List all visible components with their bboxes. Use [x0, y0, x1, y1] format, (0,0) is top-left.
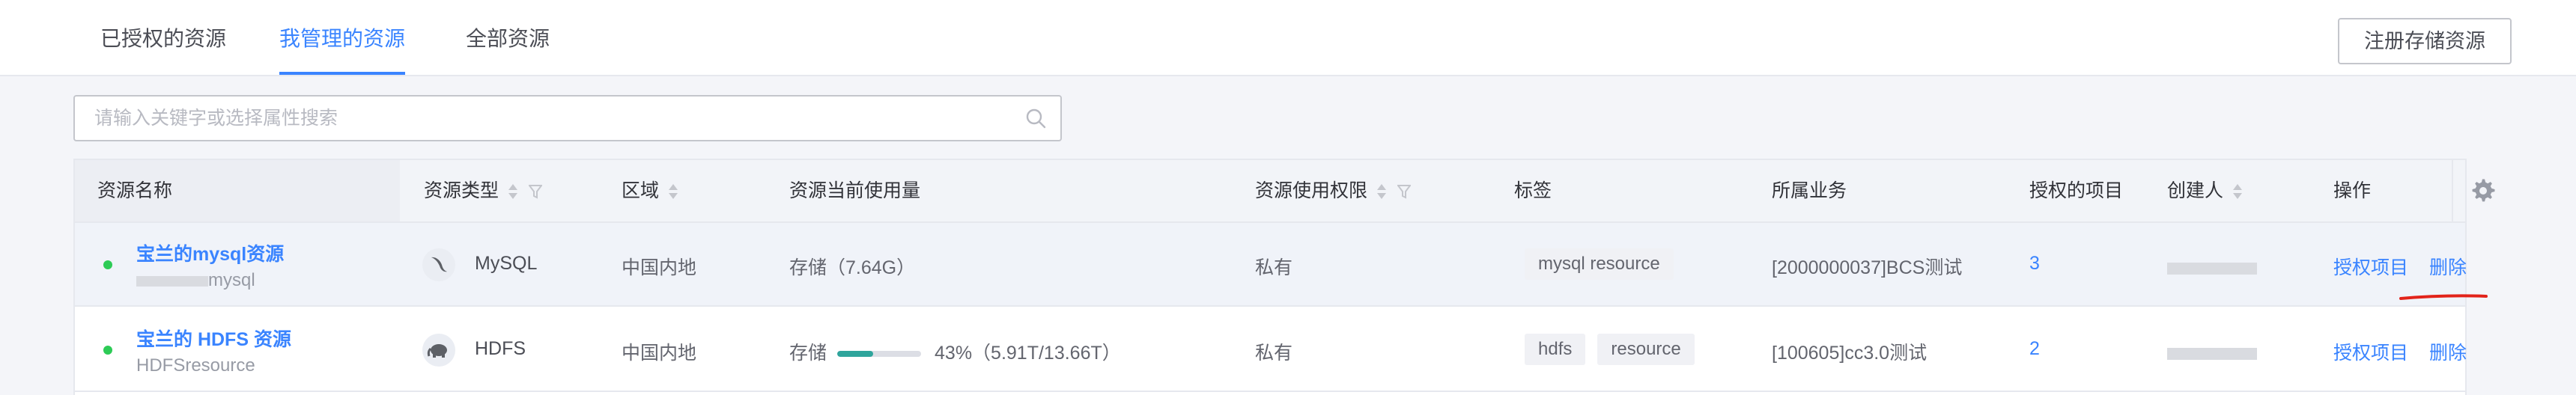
- header-tags: 标签: [1514, 180, 1552, 201]
- gear-icon[interactable]: [2471, 179, 2495, 203]
- resource-tags: mysql resource: [1525, 248, 1686, 280]
- table-row: 宝兰的mysql资源 mysql MySQL 中国内地 存储（7.64G） 私有…: [75, 223, 2488, 307]
- header-actions: 操作: [2333, 180, 2372, 201]
- resource-id: mysql: [136, 270, 255, 291]
- tab-all-resources[interactable]: 全部资源: [466, 0, 550, 75]
- status-dot-icon: [103, 346, 112, 355]
- red-underline-annotation: [2399, 294, 2488, 300]
- delete-button[interactable]: 删除: [2429, 338, 2467, 365]
- resource-region: 中国内地: [622, 343, 697, 364]
- usage-progress-bar: [837, 351, 922, 358]
- status-dot-icon: [103, 260, 112, 269]
- sort-icon[interactable]: [508, 183, 518, 200]
- header-region: 区域: [622, 160, 678, 221]
- hdfs-elephant-icon: [422, 334, 455, 367]
- search-icon[interactable]: [1024, 107, 1047, 129]
- resource-name-link[interactable]: 宝兰的mysql资源: [136, 239, 284, 266]
- resource-type: MySQL: [475, 253, 538, 274]
- sort-icon[interactable]: [1376, 183, 1387, 200]
- resource-table: 资源名称 资源类型 区域 资源当前使用量 资源使用权限 标签 所属业务 授权的项…: [73, 159, 2495, 395]
- resource-name-link[interactable]: 宝兰的 HDFS 资源: [136, 325, 291, 352]
- authorized-projects-count[interactable]: 3: [2029, 253, 2040, 275]
- mysql-dolphin-icon: [422, 248, 455, 281]
- creator-name: [2167, 343, 2257, 364]
- search-box: [73, 95, 1062, 141]
- authorized-projects-count[interactable]: 2: [2029, 338, 2040, 360]
- resource-id: HDFSresource: [136, 355, 255, 376]
- resource-usage: 存储 43%（5.91T/13.66T）: [789, 338, 1121, 365]
- header-region-label: 区域: [622, 180, 660, 201]
- resource-type: HDFS: [475, 338, 526, 359]
- header-resource-type: 资源类型: [424, 160, 543, 221]
- register-storage-button[interactable]: 注册存储资源: [2338, 18, 2512, 64]
- sort-icon[interactable]: [668, 183, 678, 200]
- resource-tag: hdfs: [1525, 334, 1586, 365]
- resource-permission: 私有: [1255, 257, 1293, 278]
- header-permission: 资源使用权限: [1255, 160, 1412, 221]
- header-business: 所属业务: [1772, 180, 1847, 201]
- resource-id-suffix: mysql: [208, 270, 255, 290]
- tab-authorized-resources[interactable]: 已授权的资源: [100, 0, 226, 75]
- header-creator: 创建人: [2167, 160, 2243, 221]
- resource-tags: hdfs resource: [1525, 334, 1707, 365]
- table-row: 宝兰的 HDFS 资源 HDFSresource HDFS 中国内地 存储 43%…: [75, 308, 2467, 392]
- usage-value: 43%（5.91T/13.66T）: [935, 343, 1121, 364]
- top-bar: 已授权的资源 我管理的资源 全部资源 注册存储资源: [0, 0, 2576, 76]
- header-permission-label: 资源使用权限: [1255, 180, 1368, 201]
- resource-business: [100605]cc3.0测试: [1772, 343, 1928, 364]
- resource-tag: mysql resource: [1525, 248, 1674, 280]
- header-usage: 资源当前使用量: [789, 180, 921, 201]
- search-input[interactable]: [75, 97, 1011, 140]
- authorize-project-button[interactable]: 授权项目: [2333, 253, 2408, 280]
- header-resource-name: 资源名称: [97, 180, 173, 201]
- creator-name: [2167, 257, 2257, 279]
- delete-button[interactable]: 删除: [2429, 253, 2467, 280]
- header-creator-label: 创建人: [2167, 180, 2224, 201]
- resource-business: [2000000037]BCS测试: [1772, 257, 1963, 278]
- usage-label: 存储: [789, 343, 827, 364]
- redacted-creator-icon: [2167, 263, 2257, 275]
- resource-usage: 存储（7.64G）: [789, 257, 916, 278]
- header-authorized-projects: 授权的项目: [2029, 180, 2124, 201]
- tab-managed-resources[interactable]: 我管理的资源: [279, 0, 406, 75]
- authorize-project-button[interactable]: 授权项目: [2333, 338, 2408, 365]
- resource-region: 中国内地: [622, 257, 697, 278]
- header-resource-type-label: 资源类型: [424, 180, 499, 201]
- resource-permission: 私有: [1255, 343, 1293, 364]
- redacted-creator-icon: [2167, 348, 2257, 361]
- filter-icon[interactable]: [1397, 184, 1412, 200]
- sort-icon[interactable]: [2232, 183, 2243, 200]
- table-header: 资源名称 资源类型 区域 资源当前使用量 资源使用权限 标签 所属业务 授权的项…: [75, 160, 2495, 223]
- filter-icon[interactable]: [529, 184, 543, 200]
- resource-tag: resource: [1597, 334, 1695, 365]
- redacted-id-icon: [136, 275, 208, 287]
- usage-progress-fill: [837, 351, 874, 358]
